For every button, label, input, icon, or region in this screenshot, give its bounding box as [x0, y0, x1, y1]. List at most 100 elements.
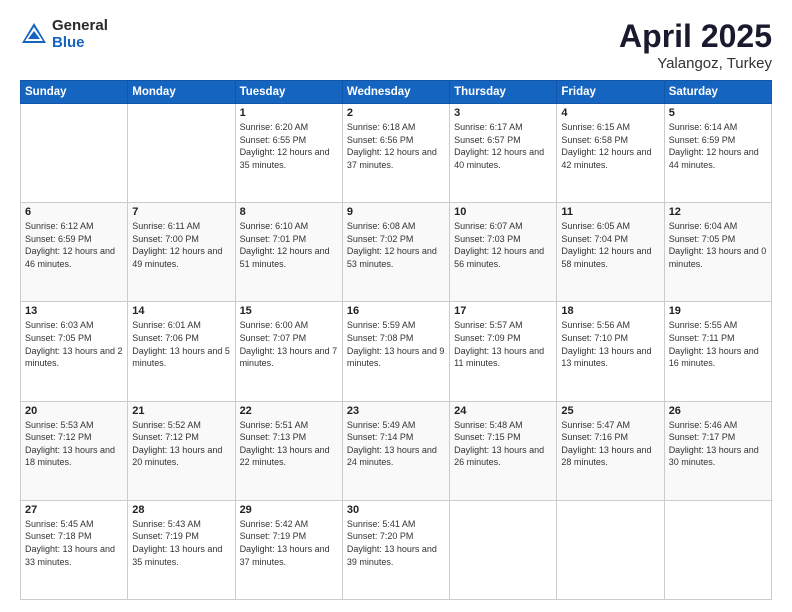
calendar-day-cell	[557, 500, 664, 599]
calendar-day-cell: 2 Sunrise: 6:18 AMSunset: 6:56 PMDayligh…	[342, 104, 449, 203]
logo: General Blue	[20, 18, 108, 51]
day-number: 24	[454, 405, 552, 417]
title-month: April 2025	[619, 18, 772, 55]
calendar-header-row: Sunday Monday Tuesday Wednesday Thursday…	[21, 81, 772, 104]
calendar-day-cell: 13 Sunrise: 6:03 AMSunset: 7:05 PMDaylig…	[21, 302, 128, 401]
calendar-day-cell	[450, 500, 557, 599]
day-info: Sunrise: 5:42 AMSunset: 7:19 PMDaylight:…	[240, 519, 330, 567]
day-number: 29	[240, 504, 338, 516]
calendar-day-cell: 9 Sunrise: 6:08 AMSunset: 7:02 PMDayligh…	[342, 203, 449, 302]
day-number: 11	[561, 206, 659, 218]
calendar-week-row: 13 Sunrise: 6:03 AMSunset: 7:05 PMDaylig…	[21, 302, 772, 401]
day-info: Sunrise: 6:17 AMSunset: 6:57 PMDaylight:…	[454, 122, 544, 170]
calendar-day-cell	[664, 500, 771, 599]
calendar-day-cell: 25 Sunrise: 5:47 AMSunset: 7:16 PMDaylig…	[557, 401, 664, 500]
calendar-week-row: 20 Sunrise: 5:53 AMSunset: 7:12 PMDaylig…	[21, 401, 772, 500]
day-info: Sunrise: 6:18 AMSunset: 6:56 PMDaylight:…	[347, 122, 437, 170]
day-number: 20	[25, 405, 123, 417]
calendar-day-cell: 10 Sunrise: 6:07 AMSunset: 7:03 PMDaylig…	[450, 203, 557, 302]
calendar-day-cell: 3 Sunrise: 6:17 AMSunset: 6:57 PMDayligh…	[450, 104, 557, 203]
day-info: Sunrise: 6:08 AMSunset: 7:02 PMDaylight:…	[347, 221, 437, 269]
header-thursday: Thursday	[450, 81, 557, 104]
day-info: Sunrise: 5:49 AMSunset: 7:14 PMDaylight:…	[347, 420, 437, 468]
day-number: 3	[454, 107, 552, 119]
calendar-day-cell: 18 Sunrise: 5:56 AMSunset: 7:10 PMDaylig…	[557, 302, 664, 401]
day-number: 8	[240, 206, 338, 218]
day-number: 21	[132, 405, 230, 417]
day-number: 28	[132, 504, 230, 516]
day-info: Sunrise: 6:05 AMSunset: 7:04 PMDaylight:…	[561, 221, 651, 269]
day-number: 7	[132, 206, 230, 218]
day-info: Sunrise: 5:46 AMSunset: 7:17 PMDaylight:…	[669, 420, 759, 468]
day-number: 13	[25, 305, 123, 317]
calendar-day-cell: 28 Sunrise: 5:43 AMSunset: 7:19 PMDaylig…	[128, 500, 235, 599]
day-number: 15	[240, 305, 338, 317]
calendar-day-cell: 19 Sunrise: 5:55 AMSunset: 7:11 PMDaylig…	[664, 302, 771, 401]
logo-icon	[20, 21, 48, 49]
day-number: 5	[669, 107, 767, 119]
title-location: Yalangoz, Turkey	[619, 55, 772, 72]
day-number: 22	[240, 405, 338, 417]
day-number: 1	[240, 107, 338, 119]
header-wednesday: Wednesday	[342, 81, 449, 104]
page: General Blue April 2025 Yalangoz, Turkey…	[0, 0, 792, 612]
day-info: Sunrise: 5:41 AMSunset: 7:20 PMDaylight:…	[347, 519, 437, 567]
calendar-day-cell: 26 Sunrise: 5:46 AMSunset: 7:17 PMDaylig…	[664, 401, 771, 500]
day-number: 14	[132, 305, 230, 317]
day-info: Sunrise: 5:53 AMSunset: 7:12 PMDaylight:…	[25, 420, 115, 468]
day-number: 4	[561, 107, 659, 119]
calendar-day-cell: 16 Sunrise: 5:59 AMSunset: 7:08 PMDaylig…	[342, 302, 449, 401]
calendar-day-cell: 20 Sunrise: 5:53 AMSunset: 7:12 PMDaylig…	[21, 401, 128, 500]
logo-blue-text: Blue	[52, 35, 108, 52]
logo-general-text: General	[52, 18, 108, 35]
day-info: Sunrise: 5:52 AMSunset: 7:12 PMDaylight:…	[132, 420, 222, 468]
day-info: Sunrise: 6:03 AMSunset: 7:05 PMDaylight:…	[25, 320, 123, 368]
day-info: Sunrise: 6:14 AMSunset: 6:59 PMDaylight:…	[669, 122, 759, 170]
calendar-week-row: 27 Sunrise: 5:45 AMSunset: 7:18 PMDaylig…	[21, 500, 772, 599]
day-number: 9	[347, 206, 445, 218]
calendar-day-cell: 8 Sunrise: 6:10 AMSunset: 7:01 PMDayligh…	[235, 203, 342, 302]
day-number: 2	[347, 107, 445, 119]
calendar-day-cell: 24 Sunrise: 5:48 AMSunset: 7:15 PMDaylig…	[450, 401, 557, 500]
day-number: 23	[347, 405, 445, 417]
day-number: 26	[669, 405, 767, 417]
calendar-day-cell: 30 Sunrise: 5:41 AMSunset: 7:20 PMDaylig…	[342, 500, 449, 599]
day-number: 16	[347, 305, 445, 317]
calendar-week-row: 6 Sunrise: 6:12 AMSunset: 6:59 PMDayligh…	[21, 203, 772, 302]
calendar-day-cell: 27 Sunrise: 5:45 AMSunset: 7:18 PMDaylig…	[21, 500, 128, 599]
calendar-day-cell: 23 Sunrise: 5:49 AMSunset: 7:14 PMDaylig…	[342, 401, 449, 500]
day-info: Sunrise: 6:11 AMSunset: 7:00 PMDaylight:…	[132, 221, 222, 269]
calendar-day-cell: 7 Sunrise: 6:11 AMSunset: 7:00 PMDayligh…	[128, 203, 235, 302]
calendar-table: Sunday Monday Tuesday Wednesday Thursday…	[20, 80, 772, 600]
logo-text: General Blue	[52, 18, 108, 51]
day-info: Sunrise: 6:15 AMSunset: 6:58 PMDaylight:…	[561, 122, 651, 170]
calendar-day-cell	[21, 104, 128, 203]
calendar-day-cell: 29 Sunrise: 5:42 AMSunset: 7:19 PMDaylig…	[235, 500, 342, 599]
calendar-day-cell: 1 Sunrise: 6:20 AMSunset: 6:55 PMDayligh…	[235, 104, 342, 203]
calendar-day-cell: 21 Sunrise: 5:52 AMSunset: 7:12 PMDaylig…	[128, 401, 235, 500]
header-saturday: Saturday	[664, 81, 771, 104]
calendar-day-cell: 6 Sunrise: 6:12 AMSunset: 6:59 PMDayligh…	[21, 203, 128, 302]
day-number: 27	[25, 504, 123, 516]
calendar-day-cell: 14 Sunrise: 6:01 AMSunset: 7:06 PMDaylig…	[128, 302, 235, 401]
calendar-day-cell: 15 Sunrise: 6:00 AMSunset: 7:07 PMDaylig…	[235, 302, 342, 401]
header: General Blue April 2025 Yalangoz, Turkey	[20, 18, 772, 72]
day-info: Sunrise: 6:01 AMSunset: 7:06 PMDaylight:…	[132, 320, 230, 368]
day-info: Sunrise: 6:20 AMSunset: 6:55 PMDaylight:…	[240, 122, 330, 170]
day-number: 6	[25, 206, 123, 218]
day-number: 30	[347, 504, 445, 516]
day-number: 25	[561, 405, 659, 417]
header-monday: Monday	[128, 81, 235, 104]
title-block: April 2025 Yalangoz, Turkey	[619, 18, 772, 72]
calendar-day-cell: 12 Sunrise: 6:04 AMSunset: 7:05 PMDaylig…	[664, 203, 771, 302]
day-number: 18	[561, 305, 659, 317]
header-tuesday: Tuesday	[235, 81, 342, 104]
calendar-week-row: 1 Sunrise: 6:20 AMSunset: 6:55 PMDayligh…	[21, 104, 772, 203]
day-info: Sunrise: 6:04 AMSunset: 7:05 PMDaylight:…	[669, 221, 767, 269]
calendar-day-cell: 17 Sunrise: 5:57 AMSunset: 7:09 PMDaylig…	[450, 302, 557, 401]
day-number: 12	[669, 206, 767, 218]
day-info: Sunrise: 5:48 AMSunset: 7:15 PMDaylight:…	[454, 420, 544, 468]
calendar-day-cell: 22 Sunrise: 5:51 AMSunset: 7:13 PMDaylig…	[235, 401, 342, 500]
day-number: 19	[669, 305, 767, 317]
day-info: Sunrise: 5:57 AMSunset: 7:09 PMDaylight:…	[454, 320, 544, 368]
